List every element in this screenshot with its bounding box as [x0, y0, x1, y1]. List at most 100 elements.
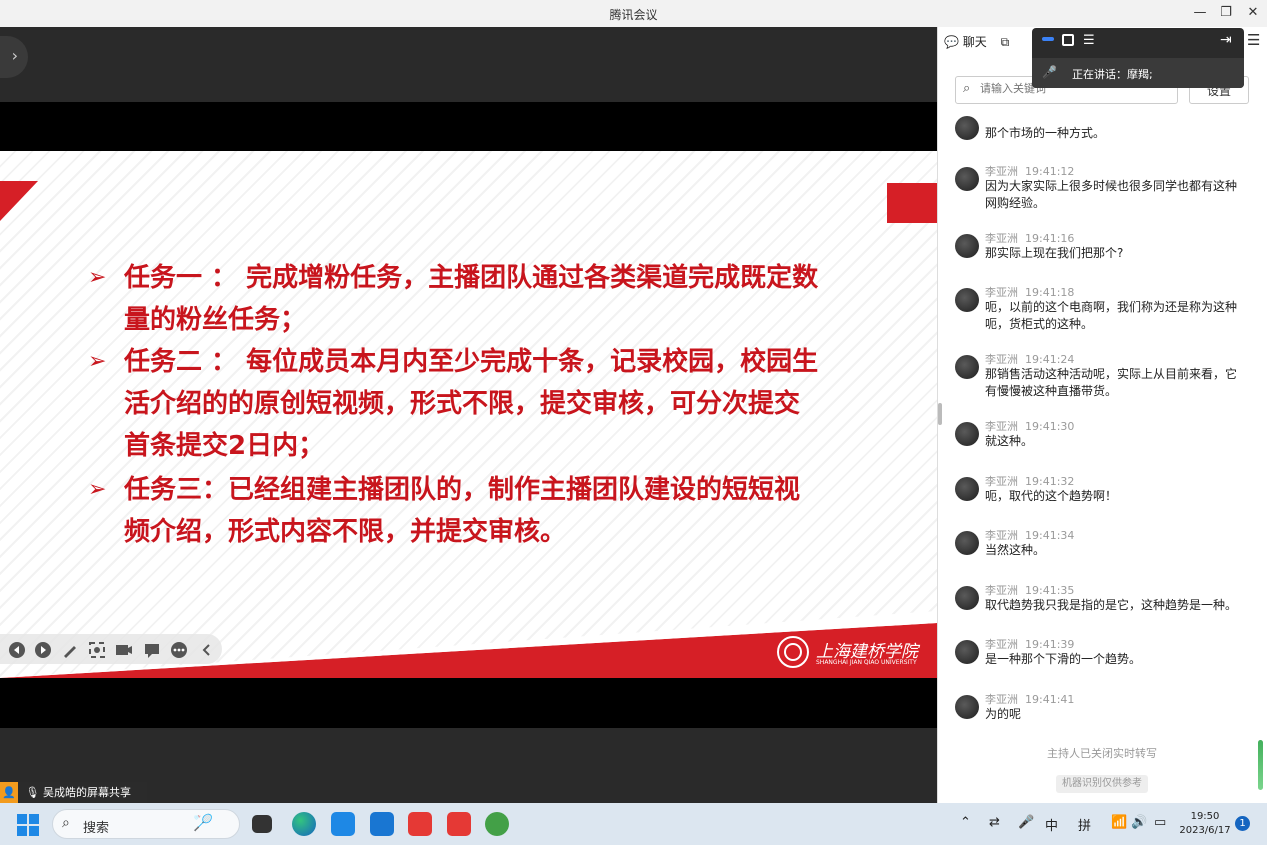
- edge-browser-icon[interactable]: [292, 812, 316, 836]
- muted-mic-icon: 🎤: [1042, 65, 1057, 79]
- taskbar-search[interactable]: ⌕ 搜索 🏸: [52, 809, 240, 839]
- chevron-up-icon[interactable]: ⌃: [960, 815, 971, 830]
- close-button[interactable]: ✕: [1243, 3, 1263, 23]
- message-time: 19:41:30: [1025, 420, 1075, 433]
- task-view-icon[interactable]: [252, 815, 272, 833]
- battery-icon[interactable]: ▭: [1154, 815, 1166, 830]
- chat-message: 李亚洲 19:41:34 当然这种。: [955, 527, 1255, 563]
- avatar: [955, 477, 979, 501]
- comment-icon[interactable]: [143, 641, 161, 659]
- collapse-panel-icon[interactable]: ⇥: [1220, 32, 1232, 48]
- focus-icon[interactable]: [88, 641, 106, 659]
- avatar: [955, 531, 979, 555]
- wifi-icon[interactable]: 📶: [1111, 815, 1127, 830]
- chat-message-text: 当然这种。: [985, 543, 1046, 557]
- chat-icon: 💬: [944, 35, 959, 49]
- message-time: 19:41:12: [1025, 165, 1075, 178]
- sender-name: 李亚洲: [985, 693, 1018, 706]
- wps-writer-icon[interactable]: [447, 812, 471, 836]
- wps-office-icon[interactable]: [408, 812, 432, 836]
- chat-message-text: 为的呢: [985, 707, 1022, 721]
- chat-message-text: 因为大家实际上很多时候也很多同学也都有这种网购经验。: [985, 179, 1238, 210]
- notification-badge[interactable]: 1: [1235, 816, 1250, 831]
- sender-name: 李亚洲: [985, 353, 1018, 366]
- message-time: 19:41:16: [1025, 232, 1075, 245]
- chat-message: 李亚洲 19:41:32 呃，取代的这个趋势啊！: [955, 473, 1255, 509]
- chat-panel: [937, 27, 1267, 803]
- clock-date: 2023/6/17: [1179, 825, 1231, 836]
- sender-name: 李亚洲: [985, 420, 1018, 433]
- chat-message-text: 取代趋势我只我是指的是它，这种趋势是一种。: [985, 598, 1238, 612]
- speaking-indicator-panel: ☰ ⇥ 🎤 正在讲话：摩羯;: [1032, 28, 1244, 88]
- task-item-1: ➢ 任务一 ： 完成增粉任务，主播团队通过各类渠道完成既定数 量的粉丝任务；: [88, 257, 868, 341]
- sender-name: 李亚洲: [985, 475, 1018, 488]
- task-line: 任务三：已经组建主播团队的，制作主播团队建设的短短视: [124, 475, 801, 505]
- avatar: [955, 422, 979, 446]
- chat-message-meta: 李亚洲 19:41:41: [985, 691, 1074, 707]
- chat-message: 那个市场的一种方式。: [955, 116, 1255, 140]
- machine-recognition-note: 机器识别仅供参考: [1056, 775, 1148, 793]
- restore-button[interactable]: ❐: [1216, 3, 1236, 23]
- message-time: 19:41:24: [1025, 353, 1075, 366]
- ime-pinyin-indicator[interactable]: 拼: [1078, 815, 1091, 834]
- chat-message-meta: 李亚洲 19:41:30: [985, 418, 1074, 434]
- more-icon[interactable]: [170, 641, 188, 659]
- message-time: 19:41:18: [1025, 286, 1075, 299]
- chat-scrollbar[interactable]: [1258, 740, 1263, 790]
- speaking-row: 🎤 正在讲话：摩羯;: [1032, 58, 1244, 88]
- chat-message-meta: 李亚洲 19:41:39: [985, 636, 1074, 652]
- camera-icon[interactable]: [115, 641, 133, 659]
- task-line: 首条提交2日内；: [124, 431, 325, 461]
- windows-start-icon[interactable]: [17, 814, 39, 836]
- chat-message-text: 就这种。: [985, 434, 1034, 448]
- ime-chinese-indicator[interactable]: 中: [1045, 815, 1058, 834]
- chat-message: 李亚洲 19:41:12 因为大家实际上很多时候也很多同学也都有这种网购经验。: [955, 163, 1255, 215]
- chat-message-text: 呃，取代的这个趋势啊！: [985, 489, 1118, 503]
- minimize-button[interactable]: —: [1190, 3, 1210, 23]
- microphone-icon[interactable]: 🎤: [1018, 815, 1034, 830]
- sender-name: 李亚洲: [985, 584, 1018, 597]
- task-item-3: ➢ 任务三：已经组建主播团队的，制作主播团队建设的短短视 频介绍，形式内容不限，…: [88, 469, 868, 553]
- sender-name: 李亚洲: [985, 638, 1018, 651]
- tencent-meeting-icon[interactable]: [370, 812, 394, 836]
- message-time: 19:41:32: [1025, 475, 1075, 488]
- title-bar: 腾讯会议 — ❐ ✕: [0, 0, 1267, 27]
- chevron-right-icon: ›: [11, 46, 18, 65]
- avatar: [955, 586, 979, 610]
- system-clock[interactable]: 19:50 2023/6/17: [1178, 810, 1232, 838]
- next-slide-icon[interactable]: [34, 641, 52, 659]
- avatar: [955, 695, 979, 719]
- pen-tray-icon[interactable]: ⇄: [989, 815, 1000, 830]
- prev-slide-icon[interactable]: [8, 641, 26, 659]
- popout-icon[interactable]: ⧉: [1001, 35, 1010, 49]
- letterbox-bottom: [0, 678, 937, 728]
- chat-message-meta: 李亚洲 19:41:32: [985, 473, 1074, 489]
- layout-list-icon[interactable]: ☰: [1083, 33, 1095, 48]
- message-time: 19:41:35: [1025, 584, 1075, 597]
- chat-message-text: 那实际上现在我们把那个?: [985, 246, 1124, 260]
- chat-message: 李亚洲 19:41:24 那销售活动这种活动呢，实际上从目前来看，它有慢慢被这种…: [955, 351, 1255, 403]
- sender-name: 李亚洲: [985, 165, 1018, 178]
- tab-chat[interactable]: 💬 聊天 ⧉: [944, 33, 1009, 50]
- university-seal-icon: [777, 636, 809, 668]
- mic-icon: 🎙: [25, 786, 40, 799]
- sender-name: 李亚洲: [985, 232, 1018, 245]
- avatar: [955, 640, 979, 664]
- task-line: 频介绍，形式内容不限，并提交审核。: [124, 517, 567, 547]
- file-explorer-icon[interactable]: [331, 812, 355, 836]
- wechat-icon[interactable]: [485, 812, 509, 836]
- pen-icon[interactable]: [61, 641, 79, 659]
- sender-name: 李亚洲: [985, 286, 1018, 299]
- task-line: 任务一 ： 完成增粉任务，主播团队通过各类渠道完成既定数: [124, 263, 819, 293]
- panel-resize-handle[interactable]: [938, 403, 942, 425]
- search-highlight-icon: 🏸: [193, 813, 213, 832]
- menu-icon[interactable]: ☰: [1247, 31, 1260, 49]
- university-logo: 上海建桥学院 SHANGHAI JIAN QIAO UNIVERSITY: [776, 635, 926, 671]
- layout-strip-icon[interactable]: [1042, 37, 1054, 41]
- avatar: [955, 288, 979, 312]
- collapse-bar-icon[interactable]: [198, 641, 216, 659]
- task-item-2: ➢ 任务二 ： 每位成员本月内至少完成十条，记录校园，校园生 活介绍的的原创短视…: [88, 341, 868, 467]
- arrow-bullet-icon: ➢: [88, 265, 107, 290]
- layout-window-icon[interactable]: [1062, 34, 1074, 46]
- volume-icon[interactable]: 🔊: [1131, 815, 1147, 830]
